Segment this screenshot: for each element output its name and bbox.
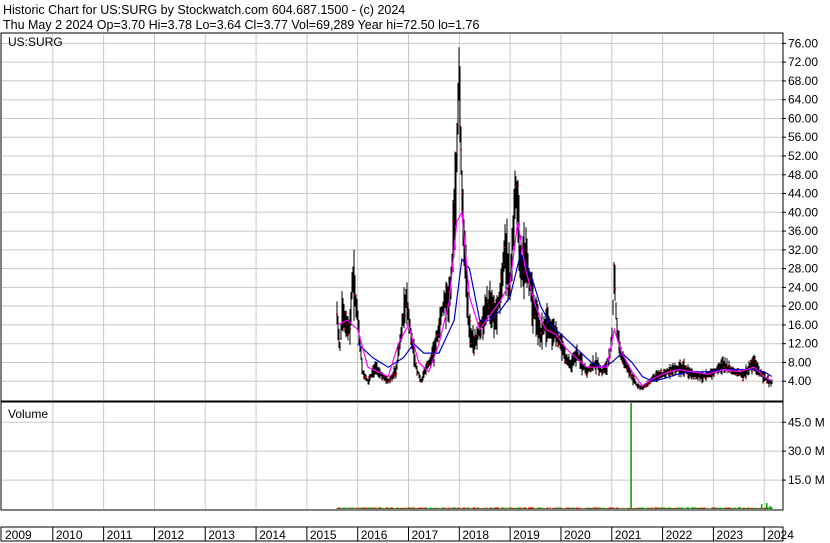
year-tick-label: 2009	[5, 528, 32, 542]
moving-average-short	[337, 210, 773, 387]
price-tick-label: 52.00	[788, 149, 818, 163]
volume-panel-frame	[0, 401, 784, 511]
price-tick-label: 4.00	[788, 374, 812, 388]
chart-header-title: Historic Chart for US:SURG by Stockwatch…	[3, 3, 405, 17]
year-tick-label: 2016	[361, 528, 388, 542]
price-tick-label: 56.00	[788, 130, 818, 144]
volume-layer	[336, 403, 773, 509]
price-tick-label: 48.00	[788, 168, 818, 182]
price-tick-label: 44.00	[788, 187, 818, 201]
historic-chart: Historic Chart for US:SURG by Stockwatch…	[0, 3, 825, 542]
year-tick-label: 2015	[310, 528, 337, 542]
year-tick-label: 2012	[157, 528, 184, 542]
price-tick-label: 40.00	[788, 205, 818, 219]
price-tick-label: 36.00	[788, 224, 818, 238]
volume-title: Volume	[8, 407, 48, 421]
price-tick-label: 12.00	[788, 337, 818, 351]
chart-header-quote: Thu May 2 2024 Op=3.70 Hi=3.78 Lo=3.64 C…	[3, 18, 479, 32]
price-tick-label: 68.00	[788, 74, 818, 88]
year-tick-label: 2017	[412, 528, 439, 542]
price-tick-label: 16.00	[788, 318, 818, 332]
volume-tick-label: 15.0 M	[788, 473, 825, 487]
year-tick-label: 2014	[259, 528, 286, 542]
axis-layer: 2009 2010 2011 2012 2013 2014 2015 2016 2017 2018…	[5, 36, 825, 542]
price-tick-label: 72.00	[788, 55, 818, 69]
year-tick-label: 2011	[107, 528, 133, 542]
price-layer	[336, 47, 773, 391]
year-tick-label: 2020	[564, 528, 591, 542]
volume-tick-label: 45.0 M	[788, 415, 825, 429]
price-tick-label: 8.00	[788, 355, 812, 369]
price-tick-label: 28.00	[788, 262, 818, 276]
year-tick-label: 2024	[767, 528, 794, 542]
volume-tick-label: 30.0 M	[788, 444, 825, 458]
price-tick-label: 24.00	[788, 280, 818, 294]
price-panel-frame	[0, 32, 784, 402]
price-tick-label: 64.00	[788, 93, 818, 107]
year-tick-label: 2019	[513, 528, 540, 542]
price-tick-label: 76.00	[788, 36, 818, 50]
price-tick-label: 20.00	[788, 299, 818, 313]
price-tick-label: 60.00	[788, 111, 818, 125]
year-tick-label: 2018	[462, 528, 489, 542]
price-tick-label: 32.00	[788, 243, 818, 257]
year-tick-label: 2022	[666, 528, 693, 542]
symbol-label: US:SURG	[8, 35, 63, 49]
year-tick-label: 2010	[56, 528, 83, 542]
grid-layer	[2, 34, 782, 509]
year-tick-label: 2013	[208, 528, 235, 542]
year-tick-label: 2021	[615, 528, 642, 542]
year-tick-label: 2023	[716, 528, 743, 542]
chart-root: Historic Chart for US:SURG by Stockwatch…	[0, 0, 830, 543]
